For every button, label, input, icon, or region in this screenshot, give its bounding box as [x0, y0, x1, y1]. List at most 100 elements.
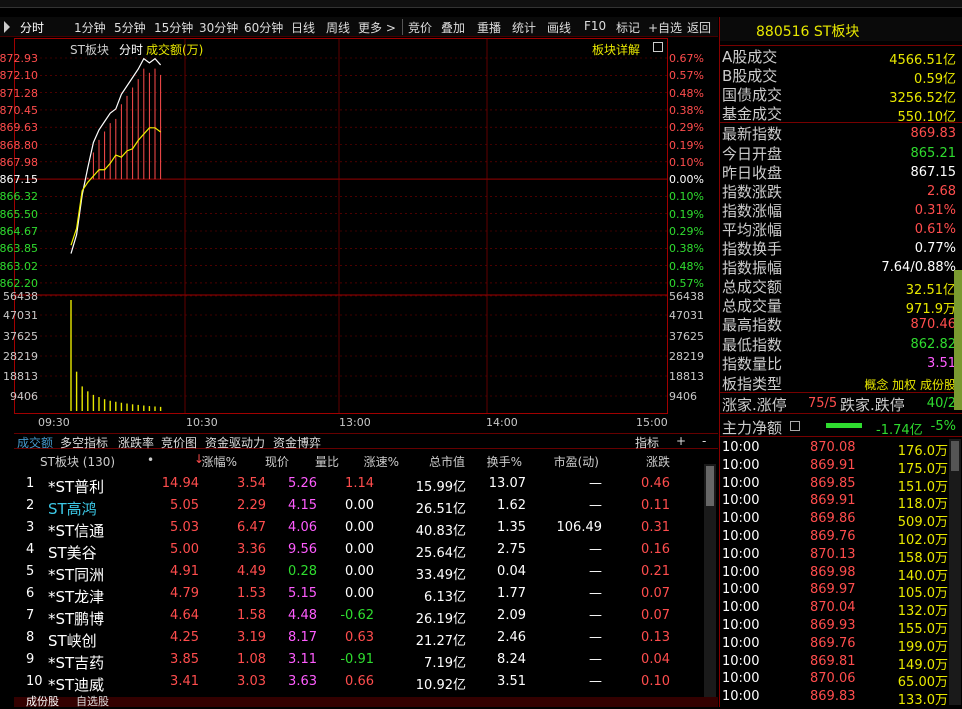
tick-volume: 151.0万: [897, 479, 948, 495]
column-header[interactable]: 市盈(动): [554, 453, 599, 470]
column-header[interactable]: 换手%: [487, 453, 522, 470]
cell-cap: 26.19亿: [415, 612, 466, 627]
table-scrollbar[interactable]: [704, 464, 716, 697]
volume-tick-right: 56438: [669, 290, 704, 303]
tick-volume: 140.0万: [897, 568, 948, 584]
tick-row: 10:00 869.93 155.0万: [722, 618, 958, 637]
table-row[interactable]: 10 *ST迪威 3.41 3.03 3.63 0.66 10.92亿 3.51 — 0.10: [14, 673, 704, 695]
tick-time: 10:00: [722, 457, 760, 473]
table-row[interactable]: 9 *ST吉药 3.85 1.08 3.11 -0.91 7.19亿 8.24 — 0.04: [14, 651, 704, 673]
sort-desc-icon[interactable]: ↓: [194, 452, 204, 466]
column-header[interactable]: 涨速%: [364, 453, 399, 470]
pct-tick: 0.29%: [669, 225, 704, 238]
auction-button[interactable]: 竞价: [408, 19, 432, 36]
replay-button[interactable]: 重播: [477, 19, 501, 36]
table-row[interactable]: 8 ST峡创 4.25 3.19 8.17 0.63 21.27亿 2.46 — 0.13: [14, 629, 704, 651]
tab-auction-chart[interactable]: 竞价图: [161, 434, 197, 451]
table-row[interactable]: 5 *ST同洲 4.91 4.49 0.28 0.00 33.49亿 0.04 — 0.21: [14, 563, 704, 585]
period-tab-6[interactable]: 60分钟: [244, 19, 283, 36]
zoom-out-button[interactable]: -: [702, 434, 706, 448]
stat-label: 平均涨幅: [722, 220, 783, 239]
zoom-in-button[interactable]: +: [676, 434, 686, 448]
tick-time: 10:00: [722, 493, 760, 509]
table-row[interactable]: 3 *ST信通 5.03 6.47 4.06 0.00 40.83亿 1.35 106.49 0.…: [14, 519, 704, 541]
cell-pe: —: [589, 674, 602, 689]
cell-diff: 0.07: [641, 586, 670, 601]
tick-time: 10:00: [722, 600, 760, 616]
period-tab-3[interactable]: 5分钟: [114, 19, 146, 36]
tick-price: 869.93: [810, 618, 856, 633]
scroll-thumb[interactable]: [706, 466, 714, 506]
f10-button[interactable]: F10: [584, 19, 606, 33]
volume-tick: 18813: [3, 370, 38, 383]
cell-name: *ST同洲: [48, 566, 105, 584]
column-header[interactable]: 量比: [315, 453, 339, 470]
cell-diff: 0.04: [641, 652, 670, 667]
add-watchlist-button[interactable]: +自选: [648, 19, 682, 36]
tab-turnover[interactable]: 成交额: [17, 434, 53, 451]
stat-value: 865.21: [910, 145, 957, 161]
more-periods-button[interactable]: 更多 >: [358, 19, 396, 36]
tick-scrollbar[interactable]: [949, 439, 961, 705]
price-tick: 868.80: [0, 138, 38, 152]
table-row[interactable]: 4 ST美谷 5.00 3.36 9.56 0.00 25.64亿 2.75 — 0.16: [14, 541, 704, 563]
cell-chg: 3.41: [170, 674, 199, 689]
tab-fund-game[interactable]: 资金博弈: [273, 434, 321, 451]
volume-tick: 37625: [3, 330, 38, 343]
tick-time: 10:00: [722, 564, 760, 580]
column-header[interactable]: 涨跌: [646, 453, 670, 470]
indicator-button[interactable]: 指标: [635, 434, 659, 451]
column-header[interactable]: 总市值: [429, 453, 465, 470]
overlay-button[interactable]: 叠加: [441, 19, 465, 36]
index-type-values: 概念 加权 成份股: [864, 378, 956, 392]
pct-tick: 0.19%: [669, 138, 704, 152]
flow-info-icon[interactable]: [790, 421, 800, 431]
table-row[interactable]: 1 *ST普利 14.94 3.54 5.26 1.14 15.99亿 13.07 — 0.46: [14, 475, 704, 497]
mark-button[interactable]: 标记: [616, 19, 640, 36]
cell-pe: —: [589, 542, 602, 557]
window-icon[interactable]: [653, 42, 663, 52]
cell-price: 1.08: [237, 652, 266, 667]
period-tab-1[interactable]: 分时: [20, 19, 44, 36]
statistics-button[interactable]: 统计: [512, 19, 536, 36]
period-tab-2[interactable]: 1分钟: [74, 19, 106, 36]
detail-link[interactable]: 板块详解: [592, 41, 640, 58]
price-tick: 872.10: [0, 69, 38, 83]
intraday-chart[interactable]: ST板块 分时 成交额(万) 板块详解: [14, 38, 668, 414]
volume-tick-right: 18813: [669, 370, 704, 383]
top-menu-bar: [0, 0, 962, 8]
price-tick: 862.20: [0, 276, 38, 290]
tick-price: 870.04: [810, 600, 856, 616]
cell-pe: —: [589, 608, 602, 623]
cell-price: 3.54: [237, 476, 266, 491]
time-tick: 10:30: [186, 416, 218, 429]
tab-long-short[interactable]: 多空指标: [60, 434, 108, 451]
period-tab-7[interactable]: 日线: [291, 19, 315, 36]
column-header[interactable]: 现价: [265, 453, 289, 470]
tick-scroll-thumb[interactable]: [951, 441, 959, 471]
column-header[interactable]: ST板块 (130): [40, 453, 115, 470]
cell-chg: 4.91: [170, 564, 199, 579]
cell-pe: —: [589, 564, 602, 579]
draw-line-button[interactable]: 画线: [547, 19, 571, 36]
tab-fund-drive[interactable]: 资金驱动力: [205, 434, 265, 451]
column-header[interactable]: 涨幅%: [202, 453, 237, 470]
back-button[interactable]: 返回: [687, 19, 711, 36]
panel-header: 880516 ST板块: [720, 17, 962, 41]
tick-price: 870.13: [810, 546, 856, 562]
period-tab-4[interactable]: 15分钟: [154, 19, 193, 36]
play-icon[interactable]: [4, 21, 10, 33]
period-tab-8[interactable]: 周线: [326, 19, 350, 36]
cell-spd: 0.63: [345, 630, 374, 645]
cell-no: 6: [26, 586, 35, 601]
tick-price: 869.91: [810, 457, 856, 473]
period-tab-5[interactable]: 30分钟: [199, 19, 238, 36]
main-flow-label: 主力净额: [722, 419, 783, 437]
cell-price: 2.29: [237, 498, 266, 513]
table-row[interactable]: 2 ST高鸿 5.05 2.29 4.15 0.00 26.51亿 1.62 — 0.11: [14, 497, 704, 519]
table-row[interactable]: 6 *ST龙津 4.79 1.53 5.15 0.00 6.13亿 1.77 — 0.07: [14, 585, 704, 607]
tab-advance-ratio[interactable]: 涨跌率: [118, 434, 154, 451]
column-header[interactable]: •: [147, 453, 154, 467]
table-row[interactable]: 7 *ST鹏博 4.64 1.58 4.48 -0.62 26.19亿 2.09 — 0.07: [14, 607, 704, 629]
price-tick: 869.63: [0, 121, 38, 135]
